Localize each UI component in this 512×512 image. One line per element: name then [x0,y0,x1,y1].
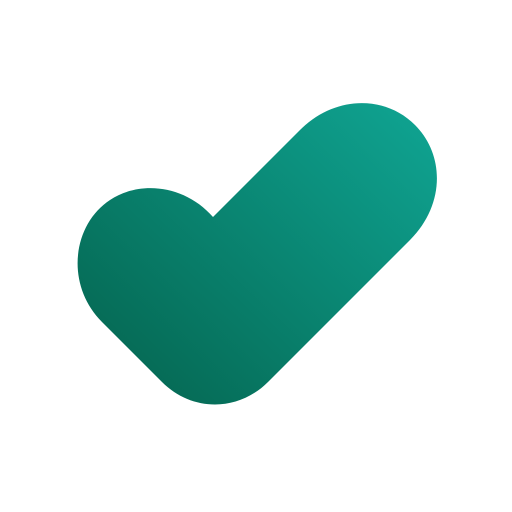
checkmark-shape [77,103,437,405]
checkmark-icon [77,103,437,405]
icon-canvas [0,0,512,512]
